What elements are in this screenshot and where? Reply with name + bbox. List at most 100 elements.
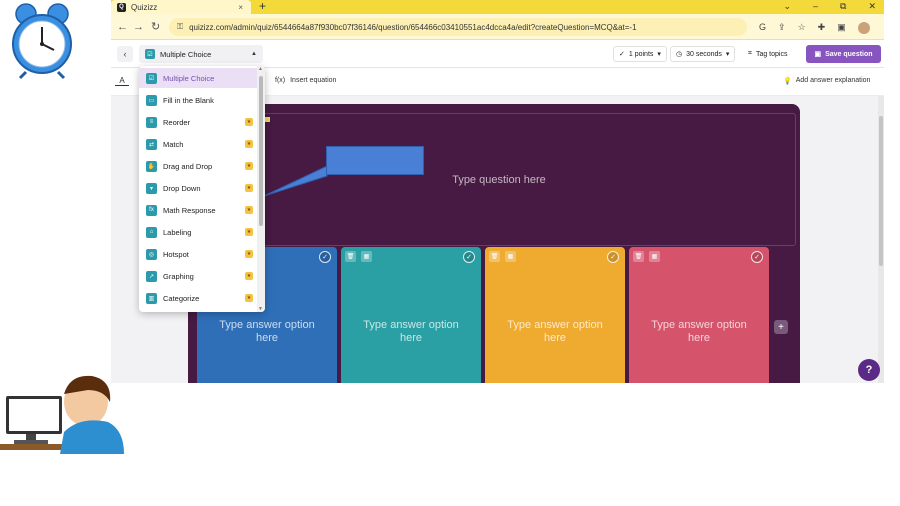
math-icon: fx [146,204,157,216]
correct-answer-toggle[interactable]: ✓ [463,251,475,263]
address-bar: ← → ↻ ⚿ quizizz.com/admin/quiz/6544664a8… [111,14,884,40]
google-icon[interactable]: G [759,22,766,34]
graph-icon: ↗ [146,270,157,282]
save-question-label: Save question [825,50,873,58]
text-format-button[interactable]: A [115,76,129,86]
add-image-icon[interactable]: ▦ [505,251,516,262]
url-text: quizizz.com/admin/quiz/6544664a87f930bc0… [189,22,637,32]
share-icon[interactable]: ⇪ [778,22,786,34]
caret-up-icon: ▲ [251,51,257,57]
check-icon: ✓ [619,51,625,58]
menu-item-graphing[interactable]: ↗ Graphing ★ [139,266,257,286]
correct-answer-toggle[interactable]: ✓ [607,251,619,263]
menu-item-math-response[interactable]: fx Math Response ★ [139,200,257,220]
points-select[interactable]: ✓ 1 points ▾ [613,46,667,62]
scroll-down-icon[interactable]: ▼ [258,306,263,312]
save-question-button[interactable]: ▣ Save question [806,45,881,63]
menu-item-label: Labeling [163,227,192,237]
alarm-clock-icon [12,3,72,80]
delete-option-icon[interactable]: 🗑 [633,251,644,262]
profile-avatar[interactable] [857,22,870,34]
close-window-icon[interactable]: ✕ [868,0,876,14]
extensions-icon[interactable]: ✚ [818,22,826,34]
pro-badge-icon: ★ [245,272,253,280]
menu-item-multiple-choice[interactable]: ☑ Multiple Choice [139,68,257,88]
menu-item-labeling[interactable]: ⌂ Labeling ★ [139,222,257,242]
menu-scrollbar-thumb[interactable] [259,76,263,226]
add-option-button[interactable]: + [774,320,788,334]
site-info-icon[interactable]: ⚿ [177,22,183,32]
pro-badge-icon: ★ [245,184,253,192]
add-image-icon[interactable]: ▦ [361,251,372,262]
delete-option-icon[interactable]: 🗑 [489,251,500,262]
menu-item-label: Math Response [163,205,216,215]
multiple-choice-icon: ☑ [146,72,157,84]
pro-badge-icon: ★ [245,228,253,236]
menu-item-categorize[interactable]: ▥ Categorize ★ [139,288,257,308]
back-button[interactable]: ‹ [117,46,133,62]
menu-item-label: Graphing [163,271,194,281]
menu-item-drop-down[interactable]: ▾ Drop Down ★ [139,178,257,198]
insert-equation-button[interactable]: f(x) Insert equation [275,77,336,84]
pro-badge-icon: ★ [245,162,253,170]
answer-option-placeholder: Type answer option here [363,319,459,344]
categorize-icon: ▥ [146,292,157,304]
pro-badge-icon: ★ [245,250,253,258]
callout-box [326,146,424,175]
browser-menu-icon[interactable]: ⋮ [882,22,884,34]
add-explanation-label: Add answer explanation [795,77,871,84]
add-explanation-button[interactable]: 💡 Add answer explanation [783,77,870,85]
sidebar-icon[interactable]: ▣ [837,22,846,34]
multiple-choice-icon: ☑ [145,49,155,59]
menu-scrollbar[interactable]: ▲ ▼ [257,66,265,312]
restore-icon[interactable]: ⧉ [840,0,846,14]
reorder-icon: ≡ [146,116,157,128]
points-label: 1 points [628,50,654,58]
menu-item-label: Fill in the Blank [163,95,214,105]
answer-option-3[interactable]: 🗑 ▦ ✓ Type answer option here [485,247,625,383]
bookmark-star-icon[interactable]: ☆ [798,22,806,34]
question-type-select[interactable]: ☑ Multiple Choice ▲ [139,45,263,63]
tag-icon: ⌗ [748,50,752,57]
tag-topics-label: Tag topics [755,50,788,58]
save-icon: ▣ [814,51,822,58]
reload-icon[interactable]: ↻ [151,20,160,34]
answer-option-2[interactable]: 🗑 ▦ ✓ Type answer option here [341,247,481,383]
page-scrollbar[interactable] [878,96,884,383]
editor-header: ‹ ☑ Multiple Choice ▲ ✓ 1 points ▾ ◷ 30 … [111,40,884,68]
dropdown-icon: ▾ [146,182,157,194]
tab-close-icon[interactable]: × [238,3,243,12]
menu-item-fill-in-the-blank[interactable]: ▭ Fill in the Blank [139,90,257,110]
scrollbar-thumb[interactable] [879,116,883,266]
back-arrow-icon[interactable]: ← [117,20,128,34]
delete-option-icon[interactable]: 🗑 [345,251,356,262]
answer-option-placeholder: Type answer option here [219,319,315,344]
minimize-icon[interactable]: – [813,0,818,14]
lightbulb-icon: 💡 [783,78,792,85]
scroll-up-icon[interactable]: ▲ [258,66,263,72]
url-input[interactable]: ⚿ quizizz.com/admin/quiz/6544664a87f930b… [169,18,747,36]
browser-actions: G ⇪ ☆ ✚ ▣ ⋮ [759,22,884,34]
answer-option-placeholder: Type answer option here [651,319,747,344]
help-button[interactable]: ? [858,359,880,381]
browser-tab[interactable]: Q Quizizz × [111,0,251,14]
correct-answer-toggle[interactable]: ✓ [751,251,763,263]
tag-topics-button[interactable]: ⌗ Tag topics [743,46,792,62]
correct-answer-toggle[interactable]: ✓ [319,251,331,263]
add-image-icon[interactable]: ▦ [649,251,660,262]
callout-marker [265,117,270,122]
answer-option-4[interactable]: 🗑 ▦ ✓ Type answer option here [629,247,769,383]
new-tab-button[interactable]: + [259,0,266,14]
equation-icon: f(x) [275,77,286,84]
quizizz-favicon-icon: Q [117,2,126,12]
fill-blank-icon: ▭ [146,94,157,106]
time-select[interactable]: ◷ 30 seconds ▾ [670,46,736,62]
menu-item-match[interactable]: ⇄ Match ★ [139,134,257,154]
menu-item-drag-and-drop[interactable]: ✋ Drag and Drop ★ [139,156,257,176]
tab-search-icon[interactable]: ⌄ [783,0,791,14]
menu-item-hotspot[interactable]: ◎ Hotspot ★ [139,244,257,264]
pro-badge-icon: ★ [245,294,253,302]
forward-arrow-icon[interactable]: → [133,20,144,34]
tab-strip: Q Quizizz × + ⌄ – ⧉ ✕ [111,0,884,14]
menu-item-reorder[interactable]: ≡ Reorder ★ [139,112,257,132]
